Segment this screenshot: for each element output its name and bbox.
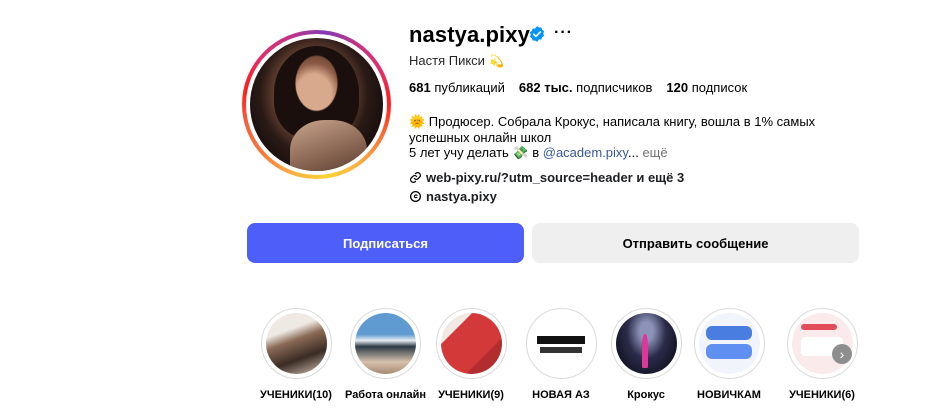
highlight-cover <box>615 313 677 374</box>
highlight-cover <box>354 313 416 374</box>
following-stat[interactable]: 120 подписок <box>666 80 747 95</box>
highlight-cover <box>265 313 327 374</box>
highlight-cover <box>698 313 760 374</box>
bio-line-2: 5 лет учу делать 💸 в @academ.pixy... ещё <box>409 145 668 160</box>
link-icon <box>410 172 421 183</box>
highlight-item[interactable]: УЧЕНИКИ(10) <box>256 308 336 401</box>
highlight-label: Крокус <box>627 389 665 401</box>
website-link-text: web-pixy.ru/?utm_source=header и ещё 3 <box>426 170 685 185</box>
avatar-photo <box>250 38 383 171</box>
threads-icon <box>409 190 422 203</box>
profile-stats: 681 публикаций 682 тыс. подписчиков 120 … <box>409 80 747 95</box>
threads-link[interactable]: nastya.pixy <box>409 189 497 204</box>
highlight-label: УЧЕНИКИ(6) <box>789 389 855 401</box>
story-highlights: УЧЕНИКИ(10) Работа онлайн УЧЕНИКИ(9) НОВ… <box>0 300 932 415</box>
academ-mention-link[interactable]: @academ.pixy <box>543 145 628 160</box>
send-message-button[interactable]: Отправить сообщение <box>532 223 859 263</box>
website-link[interactable]: web-pixy.ru/?utm_source=header и ещё 3 <box>409 170 684 185</box>
profile-bio: 🌞 Продюсер. Собрала Крокус, написала кни… <box>409 114 864 161</box>
followers-stat[interactable]: 682 тыс. подписчиков <box>519 80 652 95</box>
profile-full-name: Настя Пикси 💫 <box>409 53 504 68</box>
highlight-cover <box>530 313 592 374</box>
highlight-cover <box>440 313 502 374</box>
highlight-label: НОВАЯ АЗ <box>532 389 590 401</box>
more-options-icon[interactable]: ··· <box>554 24 573 42</box>
highlight-item[interactable]: НОВАЯ АЗ <box>521 308 601 401</box>
profile-username: nastya.pixy <box>409 22 530 47</box>
highlight-label: УЧЕНИКИ(10) <box>260 389 332 401</box>
highlight-item[interactable]: НОВИЧКАМ <box>689 308 769 401</box>
threads-link-text: nastya.pixy <box>426 189 497 204</box>
highlight-label: Работа онлайн <box>345 389 426 401</box>
posts-stat: 681 публикаций <box>409 80 505 95</box>
bio-more-link[interactable]: ещё <box>642 145 667 160</box>
bio-line-1: 🌞 Продюсер. Собрала Крокус, написала кни… <box>409 114 816 145</box>
profile-avatar[interactable] <box>242 30 391 179</box>
chevron-right-icon[interactable]: › <box>832 344 852 364</box>
dizzy-icon: 💫 <box>488 54 504 68</box>
highlight-label: УЧЕНИКИ(9) <box>438 389 504 401</box>
highlight-item[interactable]: УЧЕНИКИ(9) <box>431 308 511 401</box>
highlight-item[interactable]: Работа онлайн <box>345 308 426 401</box>
verified-badge-icon <box>529 26 545 42</box>
follow-button[interactable]: Подписаться <box>247 223 524 263</box>
highlight-label: НОВИЧКАМ <box>697 389 761 401</box>
full-name-text: Настя Пикси <box>409 53 485 68</box>
highlight-item[interactable]: Крокус <box>606 308 686 401</box>
